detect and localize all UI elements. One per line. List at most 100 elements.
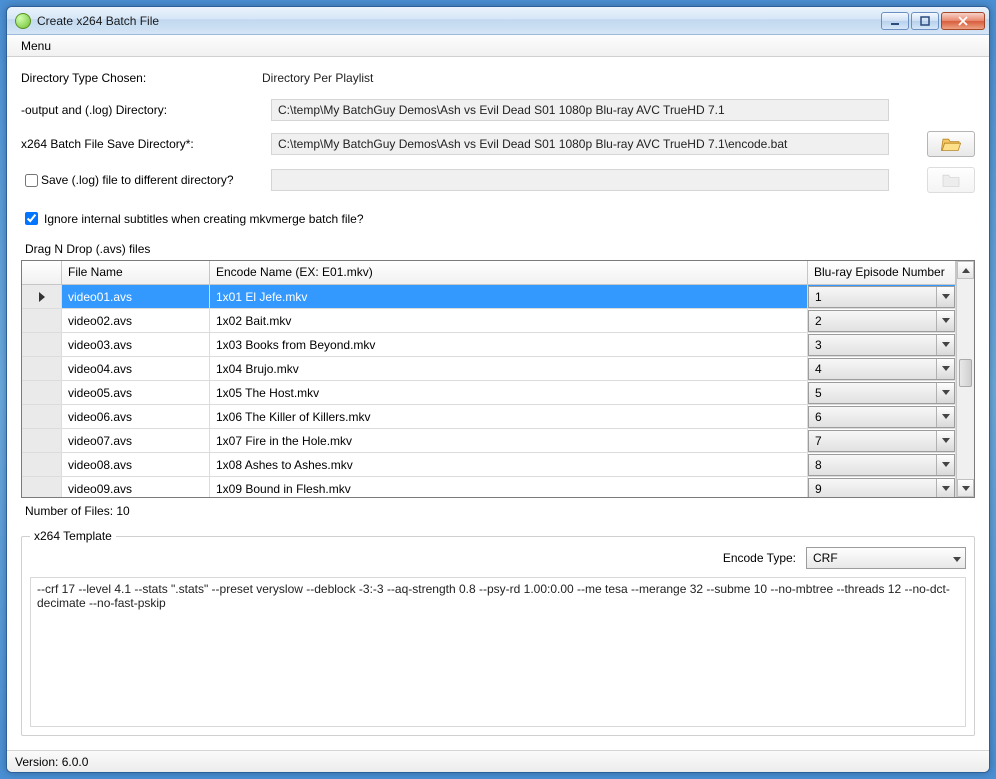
episode-select[interactable]: 6: [808, 406, 955, 428]
cell-file[interactable]: video03.avs: [62, 333, 210, 356]
files-grid[interactable]: File Name Encode Name (EX: E01.mkv) Blu-…: [21, 260, 975, 498]
chevron-down-icon: [936, 335, 954, 355]
table-row[interactable]: video03.avs1x03 Books from Beyond.mkv3: [22, 333, 956, 357]
cell-encode[interactable]: 1x01 El Jefe.mkv: [210, 285, 808, 308]
table-row[interactable]: video04.avs1x04 Brujo.mkv4: [22, 357, 956, 381]
episode-value: 4: [809, 362, 936, 376]
episode-value: 1: [809, 290, 936, 304]
cell-encode[interactable]: 1x02 Bait.mkv: [210, 309, 808, 332]
row-handle[interactable]: [22, 429, 62, 452]
episode-select[interactable]: 3: [808, 334, 955, 356]
save-log-checkbox[interactable]: [25, 174, 38, 187]
cell-encode[interactable]: 1x07 Fire in the Hole.mkv: [210, 429, 808, 452]
cell-file[interactable]: video08.avs: [62, 453, 210, 476]
save-log-dir-field: [271, 169, 889, 191]
cell-file[interactable]: video02.avs: [62, 309, 210, 332]
ignore-subs-checkbox[interactable]: [25, 212, 38, 225]
episode-select[interactable]: 1: [808, 286, 955, 308]
chevron-down-icon: [936, 359, 954, 379]
browse-save-dir-button[interactable]: [927, 131, 975, 157]
table-row[interactable]: video05.avs1x05 The Host.mkv5: [22, 381, 956, 405]
row-handle[interactable]: [22, 309, 62, 332]
close-button[interactable]: [941, 12, 985, 30]
table-row[interactable]: video01.avs1x01 El Jefe.mkv1: [22, 285, 956, 309]
chevron-down-icon: [953, 551, 961, 565]
browse-log-dir-button: [927, 167, 975, 193]
output-dir-field[interactable]: C:\temp\My BatchGuy Demos\Ash vs Evil De…: [271, 99, 889, 121]
chevron-down-icon: [936, 455, 954, 475]
episode-value: 2: [809, 314, 936, 328]
x264-template-group: x264 Template Encode Type: CRF --crf 17 …: [21, 536, 975, 736]
row-handle[interactable]: [22, 333, 62, 356]
grid-header-encode[interactable]: Encode Name (EX: E01.mkv): [210, 261, 808, 284]
cell-episode[interactable]: 8: [808, 453, 956, 476]
cell-file[interactable]: video09.avs: [62, 477, 210, 497]
grid-header-handle[interactable]: [22, 261, 62, 284]
folder-icon: [941, 172, 961, 188]
row-handle[interactable]: [22, 285, 62, 308]
cell-episode[interactable]: 4: [808, 357, 956, 380]
table-row[interactable]: video06.avs1x06 The Killer of Killers.mk…: [22, 405, 956, 429]
cell-file[interactable]: video05.avs: [62, 381, 210, 404]
scroll-down-button[interactable]: [957, 479, 974, 497]
cell-encode[interactable]: 1x05 The Host.mkv: [210, 381, 808, 404]
statusbar: Version: 6.0.0: [7, 750, 989, 772]
row-handle[interactable]: [22, 405, 62, 428]
row-handle[interactable]: [22, 453, 62, 476]
scroll-thumb[interactable]: [959, 359, 972, 387]
cell-encode[interactable]: 1x03 Books from Beyond.mkv: [210, 333, 808, 356]
cell-file[interactable]: video01.avs: [62, 285, 210, 308]
cell-file[interactable]: video06.avs: [62, 405, 210, 428]
minimize-button[interactable]: [881, 12, 909, 30]
titlebar[interactable]: Create x264 Batch File: [7, 7, 989, 35]
grid-scrollbar[interactable]: [956, 261, 974, 497]
episode-value: 5: [809, 386, 936, 400]
episode-select[interactable]: 7: [808, 430, 955, 452]
cell-encode[interactable]: 1x04 Brujo.mkv: [210, 357, 808, 380]
x264-template-legend: x264 Template: [30, 529, 116, 543]
scroll-up-button[interactable]: [957, 261, 974, 279]
cell-episode[interactable]: 5: [808, 381, 956, 404]
grid-header-episode[interactable]: Blu-ray Episode Number: [808, 261, 956, 284]
table-row[interactable]: video08.avs1x08 Ashes to Ashes.mkv8: [22, 453, 956, 477]
cell-episode[interactable]: 7: [808, 429, 956, 452]
episode-select[interactable]: 8: [808, 454, 955, 476]
chevron-down-icon: [936, 479, 954, 498]
menu-main[interactable]: Menu: [13, 37, 59, 55]
table-row[interactable]: video07.avs1x07 Fire in the Hole.mkv7: [22, 429, 956, 453]
episode-select[interactable]: 9: [808, 478, 955, 498]
cell-file[interactable]: video07.avs: [62, 429, 210, 452]
save-dir-field[interactable]: C:\temp\My BatchGuy Demos\Ash vs Evil De…: [271, 133, 889, 155]
cell-episode[interactable]: 3: [808, 333, 956, 356]
episode-select[interactable]: 5: [808, 382, 955, 404]
cell-episode[interactable]: 6: [808, 405, 956, 428]
save-log-checkbox-row[interactable]: Save (.log) file to different directory?: [21, 171, 261, 190]
row-handle[interactable]: [22, 381, 62, 404]
x264-template-text[interactable]: --crf 17 --level 4.1 --stats ".stats" --…: [30, 577, 966, 727]
encode-type-value: CRF: [813, 551, 838, 565]
cell-encode[interactable]: 1x06 The Killer of Killers.mkv: [210, 405, 808, 428]
encode-type-select[interactable]: CRF: [806, 547, 966, 569]
scroll-track[interactable]: [957, 279, 974, 479]
cell-episode[interactable]: 9: [808, 477, 956, 497]
grid-header-file[interactable]: File Name: [62, 261, 210, 284]
episode-value: 9: [809, 482, 936, 496]
dir-type-label: Directory Type Chosen:: [21, 71, 261, 85]
table-row[interactable]: video09.avs1x09 Bound in Flesh.mkv9: [22, 477, 956, 497]
ignore-subs-label: Ignore internal subtitles when creating …: [44, 212, 364, 226]
table-row[interactable]: video02.avs1x02 Bait.mkv2: [22, 309, 956, 333]
episode-select[interactable]: 4: [808, 358, 955, 380]
drag-drop-group-label: Drag N Drop (.avs) files: [25, 242, 975, 256]
chevron-down-icon: [936, 431, 954, 451]
cell-encode[interactable]: 1x09 Bound in Flesh.mkv: [210, 477, 808, 497]
row-handle[interactable]: [22, 477, 62, 497]
row-handle[interactable]: [22, 357, 62, 380]
episode-select[interactable]: 2: [808, 310, 955, 332]
cell-file[interactable]: video04.avs: [62, 357, 210, 380]
cell-episode[interactable]: 2: [808, 309, 956, 332]
cell-encode[interactable]: 1x08 Ashes to Ashes.mkv: [210, 453, 808, 476]
chevron-down-icon: [936, 287, 954, 307]
maximize-button[interactable]: [911, 12, 939, 30]
cell-episode[interactable]: 1: [808, 285, 956, 308]
episode-value: 3: [809, 338, 936, 352]
